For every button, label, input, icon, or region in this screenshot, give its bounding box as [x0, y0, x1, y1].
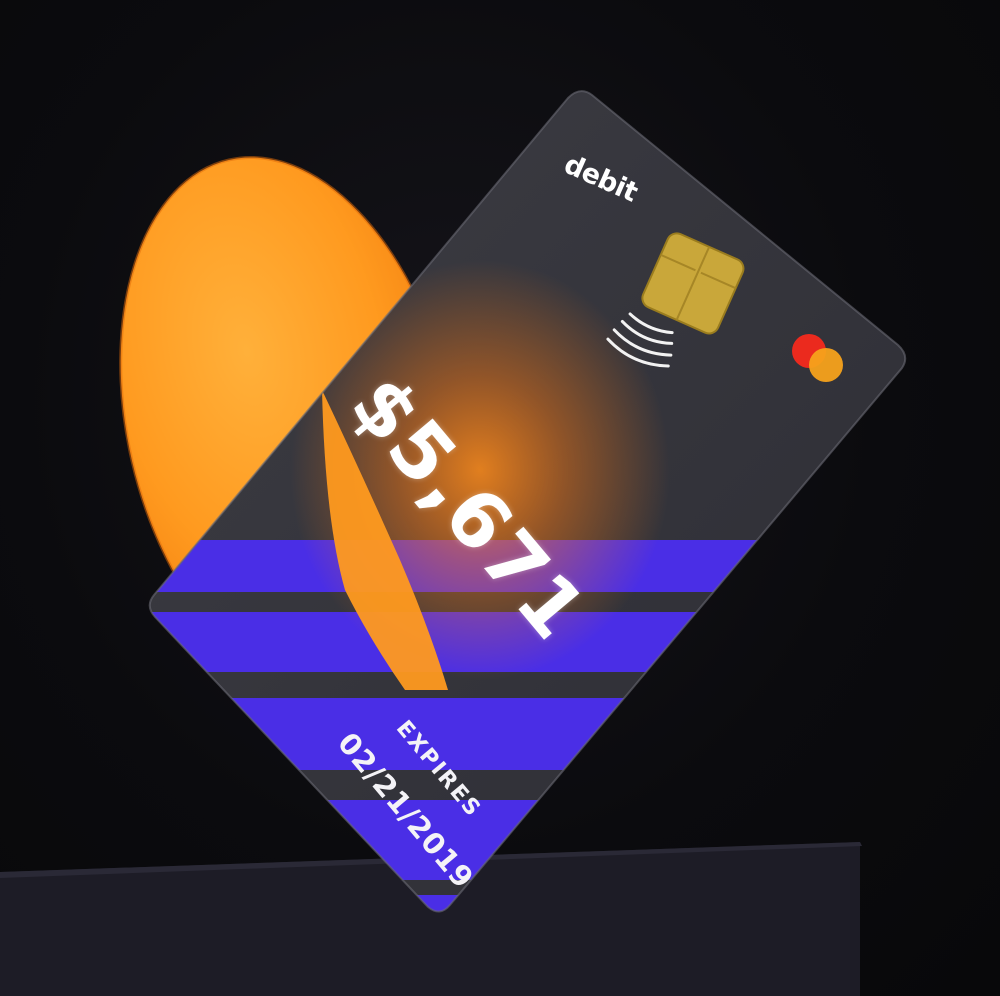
scene: debit $5,671 EXPIRES 02/21/2019 [0, 0, 1000, 996]
